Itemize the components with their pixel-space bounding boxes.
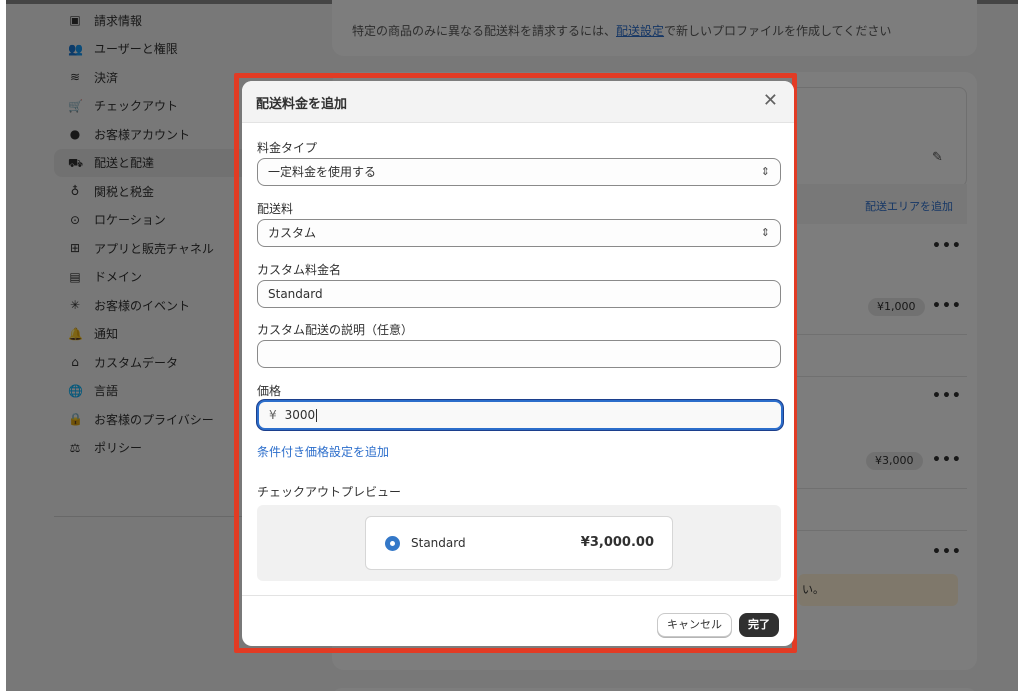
rate-type-select[interactable]: 一定料金を使用する ⇕ [257, 158, 781, 186]
add-shipping-rate-modal: 配送料金を追加 ✕ 料金タイプ 一定料金を使用する ⇕ 配送料 カスタム ⇕ カ… [242, 81, 794, 646]
modal-title: 配送料金を追加 [256, 97, 348, 112]
select-chevron-icon: ⇕ [760, 226, 770, 239]
custom-name-input[interactable]: Standard [257, 280, 781, 308]
custom-name-value: Standard [268, 287, 323, 301]
add-conditional-pricing-link[interactable]: 条件付き価格設定を追加 [257, 443, 389, 460]
modal-footer: キャンセル 完了 [242, 595, 794, 646]
checkout-preview-label: チェックアウトプレビュー [257, 485, 402, 499]
description-label: カスタム配送の説明（任意） [257, 323, 414, 337]
cancel-button[interactable]: キャンセル [657, 613, 732, 637]
preview-rate-price: ¥3,000.00 [580, 535, 654, 550]
close-icon[interactable]: ✕ [763, 90, 778, 111]
text-caret [316, 409, 318, 422]
yen-prefix: ¥ [269, 408, 277, 422]
select-chevron-icon: ⇕ [760, 165, 770, 178]
price-input[interactable]: ¥3000 [257, 400, 783, 430]
shipping-rate-select[interactable]: カスタム ⇕ [257, 219, 781, 247]
shipping-rate-value: カスタム [268, 226, 317, 240]
rate-type-value: 一定料金を使用する [268, 165, 377, 179]
checkout-preview-area: Standard ¥3,000.00 [257, 505, 781, 581]
done-button[interactable]: 完了 [739, 613, 779, 637]
shipping-rate-label: 配送料 [257, 202, 294, 216]
preview-rate-name: Standard [411, 536, 466, 550]
rate-type-label: 料金タイプ [257, 141, 318, 155]
custom-name-label: カスタム料金名 [257, 263, 342, 277]
description-input[interactable] [257, 340, 781, 368]
price-value: 3000 [284, 408, 316, 422]
price-label: 価格 [257, 384, 282, 398]
preview-rate-card: Standard ¥3,000.00 [365, 516, 673, 570]
selected-radio-icon [385, 536, 400, 551]
modal-body: 料金タイプ 一定料金を使用する ⇕ 配送料 カスタム ⇕ カスタム料金名 Sta… [242, 123, 794, 593]
modal-header: 配送料金を追加 ✕ [242, 81, 794, 123]
